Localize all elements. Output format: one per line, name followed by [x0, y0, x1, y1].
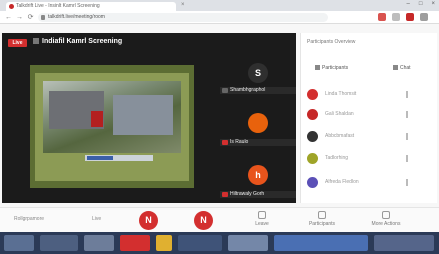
tab-participants[interactable]: Participants: [315, 61, 348, 75]
more-actions-button[interactable]: More Actions: [366, 211, 406, 227]
avatar: [307, 177, 318, 188]
live-badge: Live: [8, 39, 27, 47]
avatar: [307, 131, 318, 142]
more-options-icon[interactable]: [406, 133, 408, 140]
taskbar-app[interactable]: [120, 235, 150, 251]
list-item[interactable]: Alfreda Fledlon: [307, 176, 432, 190]
browser-tab-bar: Talkdrift Live - Insinlt Kamrl Screening…: [0, 0, 439, 11]
maximize-button[interactable]: □: [419, 1, 423, 7]
tab-chat[interactable]: Chat: [393, 61, 411, 75]
minimize-button[interactable]: –: [407, 1, 410, 7]
camera-toggle-button[interactable]: N: [194, 211, 213, 230]
url-field[interactable]: talkdrift.live/meeting/room: [38, 13, 328, 22]
extension-icon[interactable]: [378, 13, 386, 21]
mic-muted-icon: [222, 192, 228, 197]
meeting-controls: Rollgrpamore Live N N Leave Participants…: [0, 207, 439, 232]
more-options-icon[interactable]: [406, 111, 408, 118]
close-window-button[interactable]: ×: [431, 1, 435, 7]
slide-caption: [85, 155, 153, 161]
slide-image: [43, 81, 181, 153]
more-options-icon[interactable]: [406, 91, 408, 98]
more-options-icon[interactable]: [406, 179, 408, 186]
list-item[interactable]: Abbcbmafast: [307, 130, 432, 144]
leave-icon: [258, 211, 266, 219]
stage-panel: Live Indiafil Kamrl Screening S Shambhgr…: [2, 33, 296, 203]
list-item[interactable]: Gali Shaldan: [307, 108, 432, 122]
screen-share: [30, 65, 194, 188]
shared-slide: [35, 73, 189, 181]
participant-name: Is Raulo: [220, 139, 296, 146]
stage-title: Indiafil Kamrl Screening: [33, 38, 122, 45]
url-text: talkdrift.live/meeting/room: [48, 14, 105, 20]
taskbar-app[interactable]: [40, 235, 78, 251]
mic-icon: [222, 88, 228, 93]
avatar: h: [248, 165, 268, 185]
address-bar-row: ← → ⟳ talkdrift.live/meeting/room: [0, 11, 439, 24]
taskbar-app[interactable]: [274, 235, 368, 251]
browser-tab[interactable]: Talkdrift Live - Insinlt Kamrl Screening: [6, 2, 176, 11]
avatar: [307, 153, 318, 164]
list-item[interactable]: Tadlorhing: [307, 152, 432, 166]
mic-muted-icon: [222, 140, 228, 145]
tab-title: Talkdrift Live - Insinlt Kamrl Screening: [16, 3, 100, 9]
avatar: [248, 113, 268, 133]
tab-close-icon[interactable]: ×: [181, 2, 188, 9]
sidebar-tabs: Participants Chat: [307, 61, 432, 75]
profile-icon[interactable]: [406, 13, 414, 21]
taskbar-app[interactable]: [178, 235, 222, 251]
participant-name: Hiltrawaly Gorh: [220, 191, 296, 198]
status-text: Live: [92, 216, 102, 222]
participants-sidebar: Participants Overview Participants Chat …: [300, 33, 437, 203]
people-icon: [315, 65, 320, 70]
window-controls: – □ ×: [407, 1, 435, 7]
taskbar-app[interactable]: [4, 235, 34, 251]
menu-icon[interactable]: [420, 13, 428, 21]
more-options-icon[interactable]: [406, 155, 408, 162]
forward-button[interactable]: →: [15, 13, 24, 22]
avatar: [307, 109, 318, 120]
participant-name: Shambhgraphol: [220, 87, 296, 94]
app-window: Talkdrift Live - Insinlt Kamrl Screening…: [0, 0, 439, 254]
participants-button[interactable]: Participants: [302, 211, 342, 227]
avatar: [307, 89, 318, 100]
mic-toggle-button[interactable]: N: [139, 211, 158, 230]
taskbar-app[interactable]: [156, 235, 172, 251]
lock-icon: [41, 15, 45, 20]
reload-button[interactable]: ⟳: [26, 13, 35, 22]
room-icon: [33, 38, 39, 44]
list-item[interactable]: Linda Thomsit: [307, 88, 432, 102]
taskbar: [0, 232, 439, 254]
avatar: S: [248, 63, 268, 83]
taskbar-app[interactable]: [228, 235, 268, 251]
more-icon: [382, 211, 390, 219]
taskbar-tray[interactable]: [374, 235, 434, 251]
sidebar-title: Participants Overview: [307, 39, 356, 45]
participant-tile[interactable]: Is Raulo: [220, 113, 296, 149]
leave-button[interactable]: Leave: [242, 211, 282, 227]
taskbar-app[interactable]: [84, 235, 114, 251]
tab-favicon-icon: [9, 4, 14, 9]
back-button[interactable]: ←: [4, 13, 13, 22]
extension-icon[interactable]: [392, 13, 400, 21]
chat-icon: [393, 65, 398, 70]
people-icon: [318, 211, 326, 219]
participant-tile[interactable]: h Hiltrawaly Gorh: [220, 163, 296, 199]
participant-tile[interactable]: S Shambhgraphol: [220, 63, 296, 99]
meeting-info: Rollgrpamore: [14, 216, 45, 222]
